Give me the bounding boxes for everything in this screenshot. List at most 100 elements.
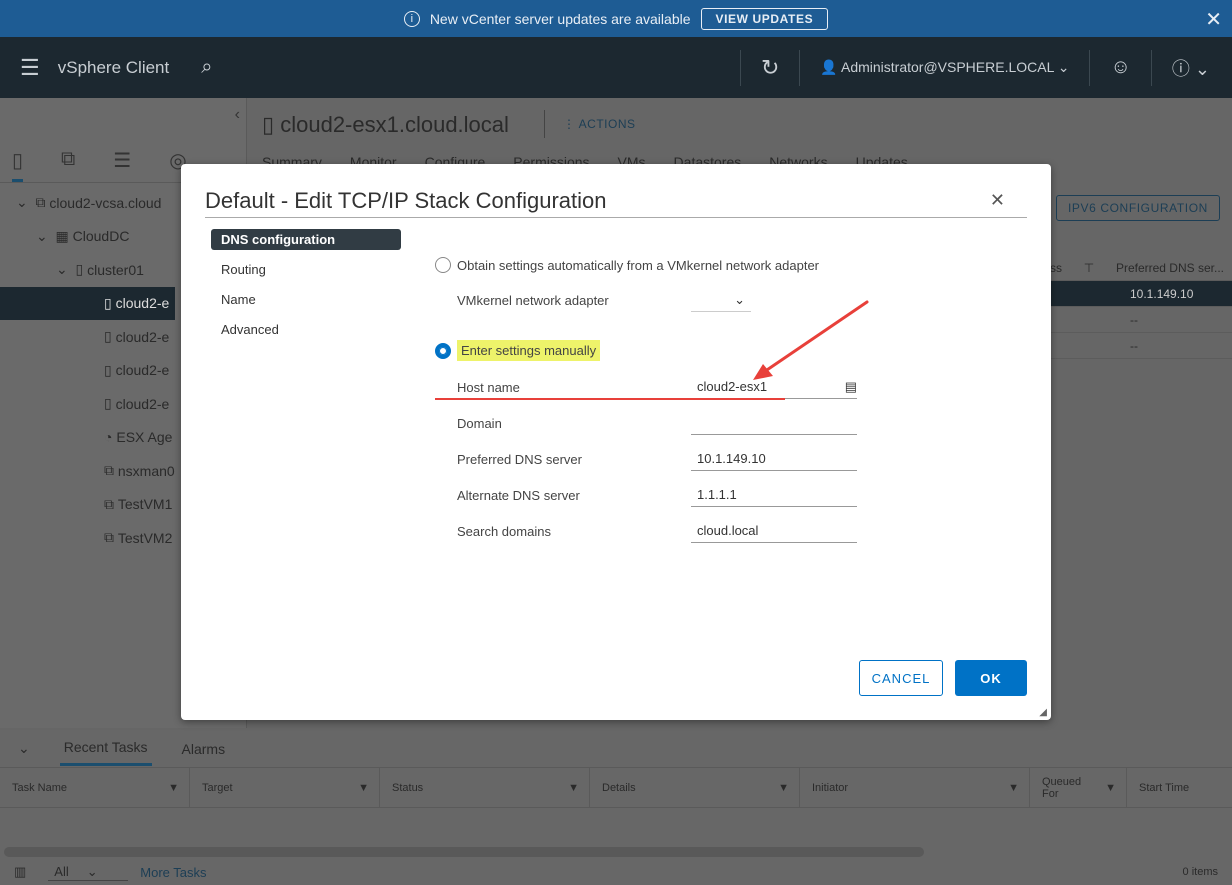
field-label: Preferred DNS server (457, 451, 582, 467)
preferred-dns-input[interactable]: 10.1.149.10 (691, 447, 857, 471)
field-value: 10.1.149.10 (697, 451, 766, 466)
cancel-button[interactable]: CANCEL (859, 660, 943, 696)
tree-label: TestVM2 (117, 529, 173, 546)
storage-icon[interactable]: ☰ (113, 148, 131, 182)
nav-dns-configuration[interactable]: DNS configuration (211, 229, 401, 250)
tree-item[interactable]: ▯ cloud2-e (0, 320, 175, 354)
field-label: VMkernel network adapter (457, 292, 609, 308)
collapse-icon[interactable]: ‹ (235, 106, 240, 124)
ipv6-configuration-button[interactable]: IPV6 CONFIGURATION (1056, 195, 1220, 221)
field-value: 1.1.1.1 (697, 487, 737, 502)
annotation-arrow (753, 300, 869, 380)
tab-recent-tasks[interactable]: Recent Tasks (59, 731, 152, 766)
filter-icon[interactable]: ▼ (358, 782, 369, 794)
tree-item[interactable]: ▯ cloud2-e (0, 387, 175, 421)
column-header[interactable]: Target (202, 782, 233, 794)
help-icon[interactable]: ⓘ ⌄ (1172, 55, 1210, 81)
domain-input[interactable] (691, 411, 857, 435)
filter-icon[interactable]: ⊤ (1084, 261, 1094, 275)
tree-label: cluster01 (87, 261, 144, 278)
tree-item[interactable]: ⌄ ▦ CloudDC (0, 220, 175, 254)
column-header: ss (1050, 260, 1062, 275)
feedback-smiley-icon[interactable]: ☺ (1110, 56, 1130, 79)
app-header: ☰ vSphere Client ⌕ ↻ 👤 Administrator@VSP… (0, 37, 1232, 98)
column-toggle-icon[interactable]: ▥ (14, 864, 26, 880)
recent-tasks-panel: ⌄ Recent Tasks Alarms Task Name ▼ Target ▼… (0, 730, 1232, 885)
tree-item[interactable]: ⌄ ⧉ cloud2-vcsa.cloud (0, 186, 175, 220)
divider (205, 217, 1027, 218)
tree-item[interactable]: ⌄ ▯ cluster01 (0, 253, 175, 287)
tree-item[interactable]: ▯ cloud2-e (0, 354, 175, 388)
app-title: vSphere Client (57, 57, 170, 77)
radio-button[interactable] (435, 257, 451, 273)
radio-obtain-automatically[interactable]: Obtain settings automatically from a VMk… (435, 257, 819, 273)
item-count: 0 items (1182, 866, 1218, 878)
banner-message: New vCenter server updates are available (429, 10, 691, 27)
menu-icon[interactable]: ☰ (20, 55, 40, 81)
tree-item[interactable]: ◔ ESX Age (0, 421, 175, 455)
tree-label: CloudDC (72, 228, 130, 245)
dialog-title: Default - Edit TCP/IP Stack Configuratio… (205, 188, 607, 213)
radio-enter-manually[interactable]: Enter settings manually (435, 340, 601, 361)
tree-item-selected[interactable]: ▯ cloud2-e (0, 286, 175, 320)
task-filter-select[interactable]: All ⌄ (48, 863, 129, 881)
hosts-clusters-icon[interactable]: ▯ (12, 148, 24, 182)
resize-handle[interactable]: ◢ (1039, 707, 1047, 718)
search-icon[interactable]: ⌕ (201, 56, 212, 79)
radio-label: Enter settings manually (457, 340, 601, 361)
filter-value: All (54, 863, 69, 879)
tree-item[interactable]: ⧉ TestVM2 (0, 521, 175, 555)
grid-row[interactable]: 10.1.149.10 (1050, 281, 1232, 307)
grid-row[interactable]: -- (1050, 333, 1232, 359)
update-banner: i New vCenter server updates are availab… (0, 0, 1232, 37)
tree-label: TestVM1 (117, 496, 173, 513)
filter-icon[interactable]: ▼ (568, 782, 579, 794)
radio-button[interactable] (435, 342, 451, 359)
user-menu[interactable]: 👤 Administrator@VSPHERE.LOCAL ⌄ (820, 59, 1069, 76)
search-domains-input[interactable]: cloud.local (691, 519, 857, 543)
tree-item[interactable]: ⧉ TestVM1 (0, 488, 175, 522)
tree-item[interactable]: ⧉ nsxman0 (0, 454, 175, 488)
close-icon[interactable]: ✕ (990, 190, 1005, 211)
column-header[interactable]: Queued For (1042, 776, 1082, 800)
tab-alarms[interactable]: Alarms (182, 741, 226, 757)
filter-icon[interactable]: ▼ (1105, 782, 1116, 794)
nav-name[interactable]: Name (211, 289, 401, 319)
tree-label: cloud2-e (115, 328, 170, 345)
vms-templates-icon[interactable]: ⧉ (61, 148, 75, 182)
field-label: Search domains (457, 523, 551, 539)
refresh-icon[interactable]: ↻ (761, 55, 779, 81)
filter-icon[interactable]: ▼ (778, 782, 789, 794)
tree-label: cloud2-vcsa.cloud (49, 194, 162, 211)
grid-row[interactable]: -- (1050, 307, 1232, 333)
object-title: ▯ cloud2-esx1.cloud.local (262, 112, 509, 137)
field-label: Host name (457, 379, 520, 395)
collapse-tasks-icon[interactable]: ⌄ (18, 740, 30, 757)
close-icon[interactable]: ✕ (1205, 7, 1222, 32)
column-header[interactable]: Details (602, 782, 636, 794)
more-tasks-link[interactable]: More Tasks (140, 865, 206, 880)
cell: -- (1130, 312, 1138, 327)
horizontal-scrollbar[interactable] (4, 847, 924, 857)
tcpip-grid: ss ⊤ Preferred DNS ser... 10.1.149.10 -- -… (1050, 255, 1232, 359)
ok-button[interactable]: OK (955, 660, 1027, 696)
column-header[interactable]: Task Name (12, 782, 67, 794)
column-header[interactable]: Start Time (1139, 782, 1189, 794)
divider (1150, 49, 1152, 86)
tree-label: cloud2-e (115, 362, 170, 379)
edit-tcpip-dialog: Default - Edit TCP/IP Stack Configuratio… (181, 164, 1051, 720)
divider (799, 49, 801, 86)
column-header[interactable]: Status (392, 782, 423, 794)
view-updates-button[interactable]: VIEW UPDATES (700, 7, 829, 30)
actions-button[interactable]: ⋮ ACTIONS (544, 110, 636, 138)
actions-label: ACTIONS (578, 117, 636, 131)
host-name: cloud2-esx1.cloud.local (280, 112, 509, 137)
alternate-dns-input[interactable]: 1.1.1.1 (691, 483, 857, 507)
nav-routing[interactable]: Routing (211, 259, 401, 289)
column-header[interactable]: Initiator (812, 782, 848, 794)
nav-advanced[interactable]: Advanced (211, 319, 401, 349)
cell: 10.1.149.10 (1130, 286, 1194, 301)
field-label: Alternate DNS server (457, 487, 580, 503)
filter-icon[interactable]: ▼ (1008, 782, 1019, 794)
filter-icon[interactable]: ▼ (168, 782, 179, 794)
